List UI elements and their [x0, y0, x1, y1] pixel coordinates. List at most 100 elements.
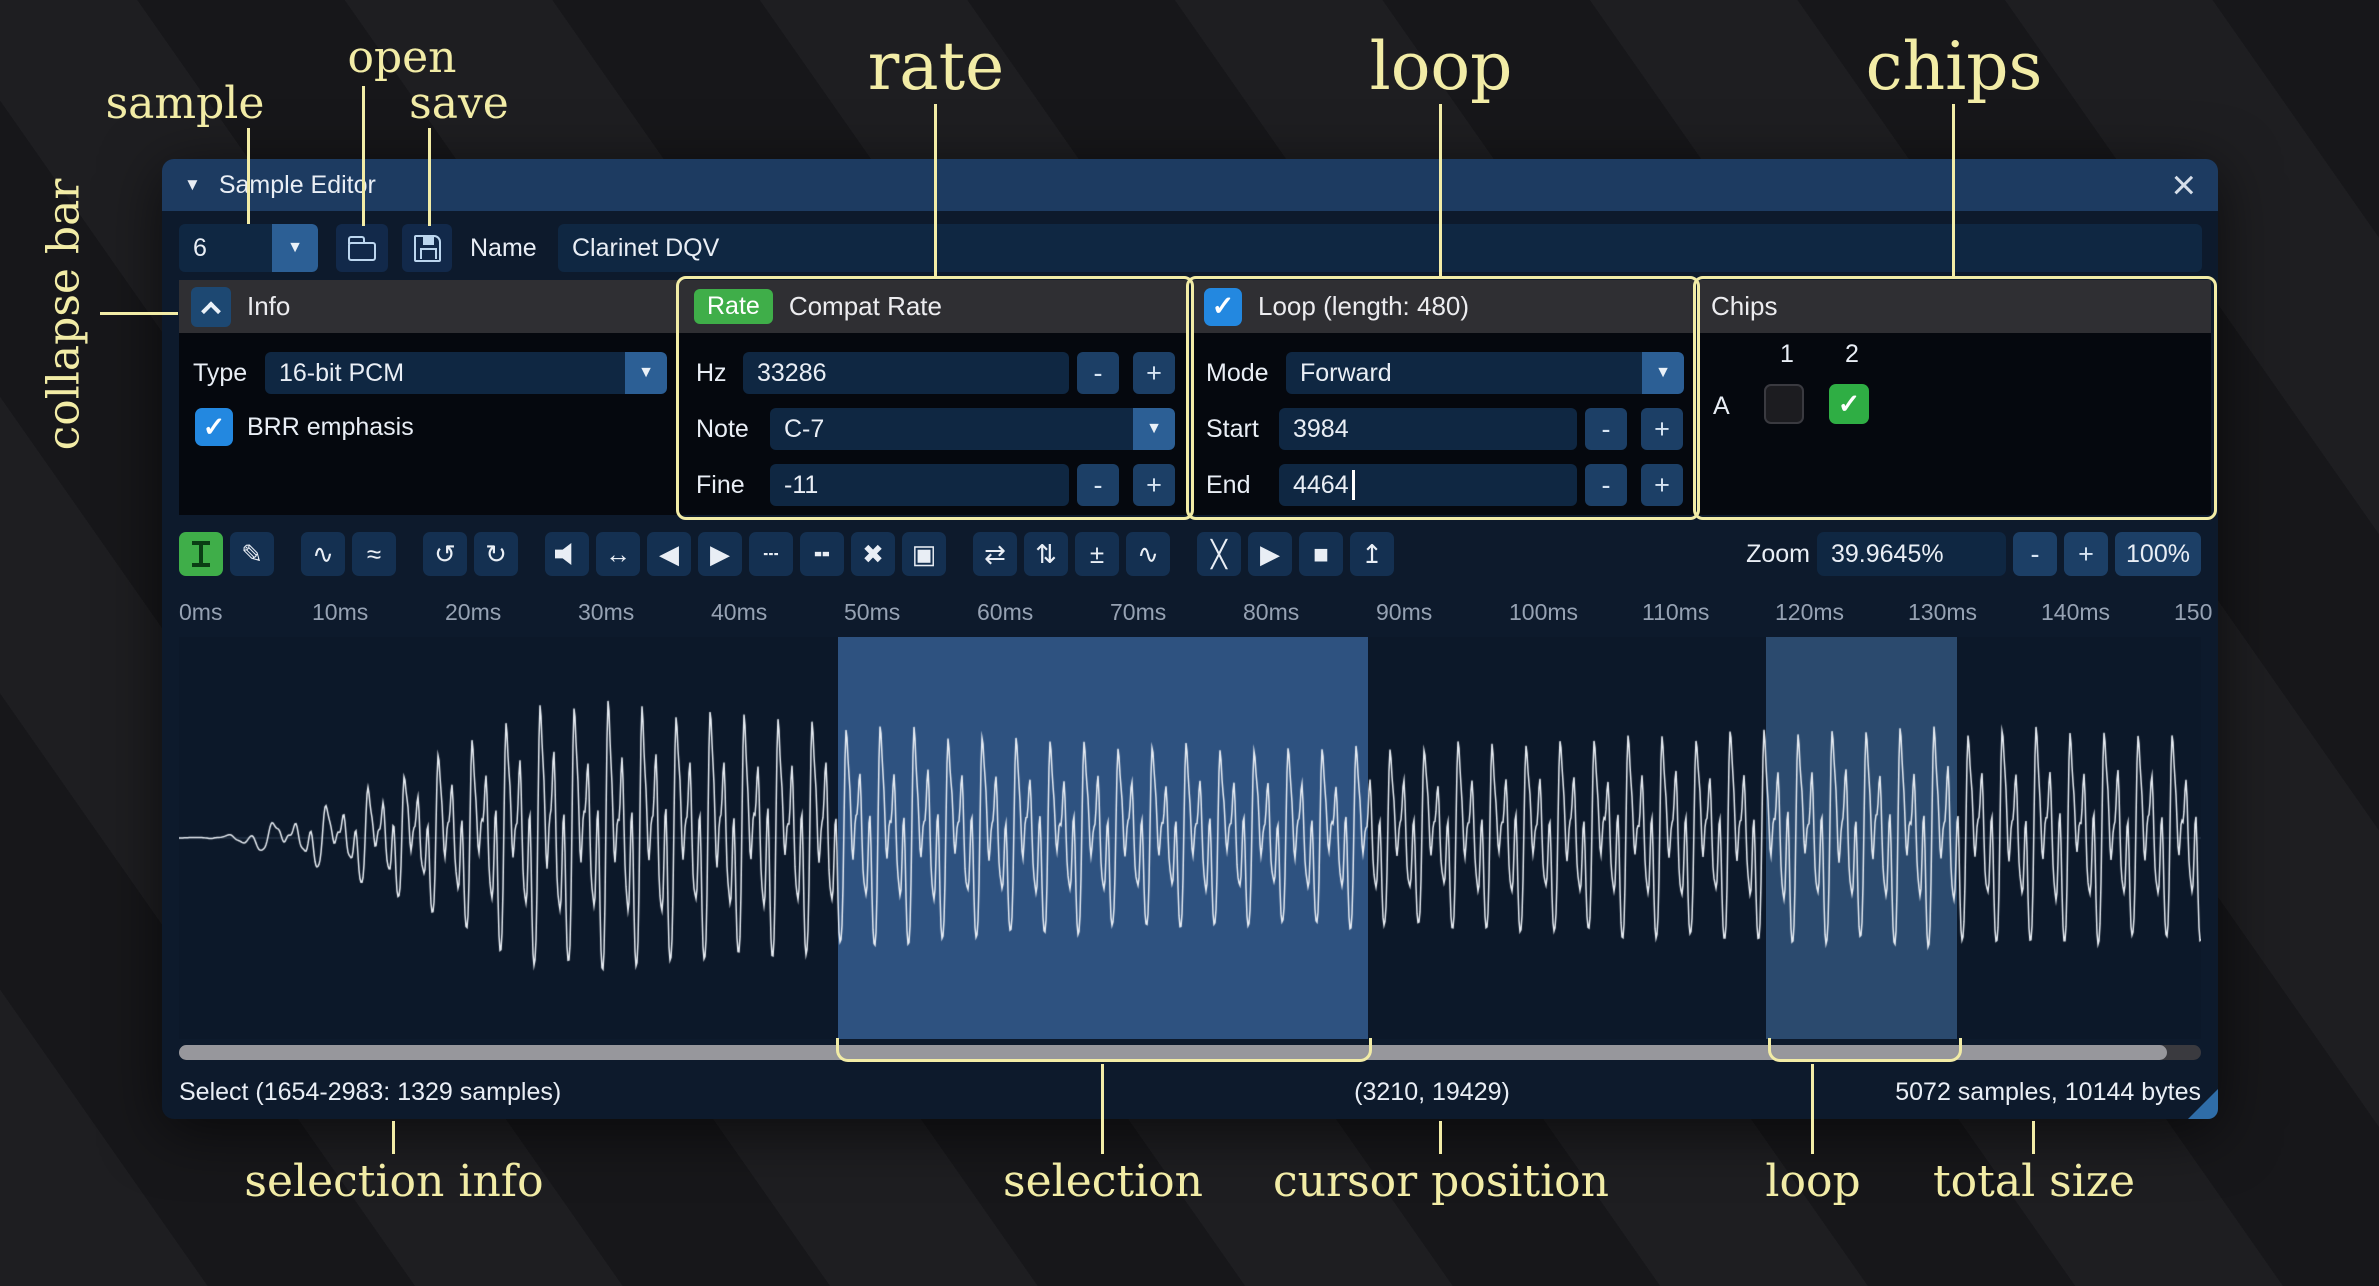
reverse-icon: ⇄	[984, 539, 1006, 570]
close-icon[interactable]: ×	[2171, 164, 2196, 206]
annotation-line-selection-info	[392, 1121, 395, 1154]
waveform-canvas[interactable]	[179, 637, 2201, 1039]
loop-start-plus-button[interactable]: +	[1641, 408, 1683, 450]
zoom-input[interactable]: 39.9645%	[1817, 532, 2006, 576]
chip-a-1-checkbox[interactable]	[1764, 384, 1804, 424]
play-icon: ▶	[1260, 539, 1280, 570]
speaker-icon	[555, 542, 579, 566]
name-label: Name	[470, 224, 537, 272]
save-button[interactable]	[402, 224, 452, 272]
chevron-down-icon[interactable]: ▼	[625, 352, 667, 394]
normalize-icon: ↔	[605, 539, 631, 570]
hz-plus-button[interactable]: +	[1133, 352, 1175, 394]
fine-plus-button[interactable]: +	[1133, 464, 1175, 506]
window-collapse-icon[interactable]: ▼	[184, 175, 201, 195]
rate-badge-button[interactable]: Rate	[694, 289, 773, 324]
fine-minus-button[interactable]: -	[1077, 464, 1119, 506]
loop-start-minus-button[interactable]: -	[1585, 408, 1627, 450]
compat-rate-label: Compat Rate	[789, 291, 942, 322]
annotation-save: save	[409, 78, 509, 129]
create-wavetable-button[interactable]: ↥	[1350, 532, 1394, 576]
resample-button[interactable]: ≈	[352, 532, 396, 576]
type-select[interactable]: 16-bit PCM ▼	[265, 352, 667, 394]
open-button[interactable]	[336, 224, 388, 272]
fine-value: -11	[784, 471, 818, 500]
insert-silence-button[interactable]: ┄	[749, 532, 793, 576]
crossfade-loop-button[interactable]: ╳	[1197, 532, 1241, 576]
ruler-label: 70ms	[1110, 599, 1166, 626]
page-background: sample open save rate loop chips collaps…	[0, 0, 2379, 1286]
window-title: Sample Editor	[219, 171, 376, 200]
loop-enable-checkbox[interactable]: ✓	[1204, 288, 1242, 326]
fade-out-button[interactable]: ▶	[698, 532, 742, 576]
fade-in-icon: ◀	[659, 539, 679, 570]
annotation-line-chips	[1952, 104, 1955, 276]
loop-end-minus-button[interactable]: -	[1585, 464, 1627, 506]
waveform-view[interactable]	[179, 637, 2201, 1039]
loop-end-plus-button[interactable]: +	[1641, 464, 1683, 506]
edit-mode-draw-button[interactable]: ✎	[230, 532, 274, 576]
horizontal-scrollbar[interactable]	[179, 1045, 2201, 1060]
edit-mode-select-button[interactable]	[179, 532, 223, 576]
window-titlebar[interactable]: ▼ Sample Editor ×	[162, 159, 2218, 211]
apply-silence-button[interactable]: ╍	[800, 532, 844, 576]
signed-unsigned-button[interactable]: ±	[1075, 532, 1119, 576]
resample-wave-icon: ≈	[367, 539, 381, 570]
chip-row-a-label: A	[1713, 386, 1730, 426]
loop-end-input[interactable]: 4464	[1279, 464, 1577, 506]
annotation-loop-region: loop	[1765, 1156, 1860, 1207]
preview-button[interactable]: ▶	[1248, 532, 1292, 576]
fade-in-button[interactable]: ◀	[647, 532, 691, 576]
stop-preview-button[interactable]: ■	[1299, 532, 1343, 576]
sample-number-value: 6	[193, 234, 207, 263]
zoom-in-button[interactable]: +	[2064, 532, 2108, 576]
sample-number-select[interactable]: 6 ▼	[179, 224, 318, 272]
brr-emphasis-checkbox[interactable]: ✓	[195, 408, 233, 446]
delete-button[interactable]: ✖	[851, 532, 895, 576]
chevron-down-icon[interactable]: ▼	[1133, 408, 1175, 450]
collapse-bar-button[interactable]	[191, 287, 231, 327]
reverse-button[interactable]: ⇄	[973, 532, 1017, 576]
annotation-chips: chips	[1866, 28, 2043, 105]
zoom-out-button[interactable]: -	[2013, 532, 2057, 576]
time-ruler[interactable]: 0ms10ms20ms30ms40ms50ms60ms70ms80ms90ms1…	[162, 591, 2218, 635]
ruler-label: 150	[2174, 599, 2212, 626]
rate-section-header: Rate Compat Rate	[682, 280, 1187, 333]
note-value: C-7	[784, 415, 824, 444]
loop-mode-select[interactable]: Forward ▼	[1286, 352, 1684, 394]
zoom-reset-button[interactable]: 100%	[2115, 532, 2201, 576]
pencil-icon: ✎	[241, 539, 263, 570]
scrollbar-thumb[interactable]	[179, 1045, 2167, 1060]
name-input[interactable]: Clarinet DQV	[558, 224, 2202, 272]
annotation-line-loop-region	[1811, 1064, 1814, 1154]
chip-column-1-label: 1	[1764, 338, 1810, 370]
ruler-label: 10ms	[312, 599, 368, 626]
undo-button[interactable]: ↺	[423, 532, 467, 576]
ruler-label: 130ms	[1908, 599, 1977, 626]
ruler-label: 20ms	[445, 599, 501, 626]
text-caret	[1352, 470, 1355, 500]
filter-button[interactable]: ∿	[1126, 532, 1170, 576]
annotation-selection-info: selection info	[244, 1156, 543, 1207]
amplify-button[interactable]	[545, 532, 589, 576]
note-label: Note	[696, 408, 749, 450]
stop-icon: ■	[1313, 539, 1329, 570]
selection-info-text: Select (1654-2983: 1329 samples)	[179, 1067, 561, 1117]
chip-column-2-label: 2	[1829, 338, 1875, 370]
note-select[interactable]: C-7 ▼	[770, 408, 1175, 450]
fine-input[interactable]: -11	[770, 464, 1069, 506]
loop-end-label: End	[1206, 464, 1250, 506]
loop-start-input[interactable]: 3984	[1279, 408, 1577, 450]
resize-button[interactable]: ∿	[301, 532, 345, 576]
redo-button[interactable]: ↻	[474, 532, 518, 576]
redo-icon: ↻	[485, 539, 507, 570]
hz-input[interactable]: 33286	[743, 352, 1069, 394]
chip-a-2-checkbox[interactable]: ✓	[1829, 384, 1869, 424]
chevron-down-icon[interactable]: ▼	[1642, 352, 1684, 394]
loop-section-header: ✓ Loop (length: 480)	[1192, 280, 1694, 333]
trim-button[interactable]: ▣	[902, 532, 946, 576]
hz-minus-button[interactable]: -	[1077, 352, 1119, 394]
invert-button[interactable]: ⇅	[1024, 532, 1068, 576]
chevron-down-icon[interactable]: ▼	[272, 224, 318, 272]
normalize-button[interactable]: ↔	[596, 532, 640, 576]
